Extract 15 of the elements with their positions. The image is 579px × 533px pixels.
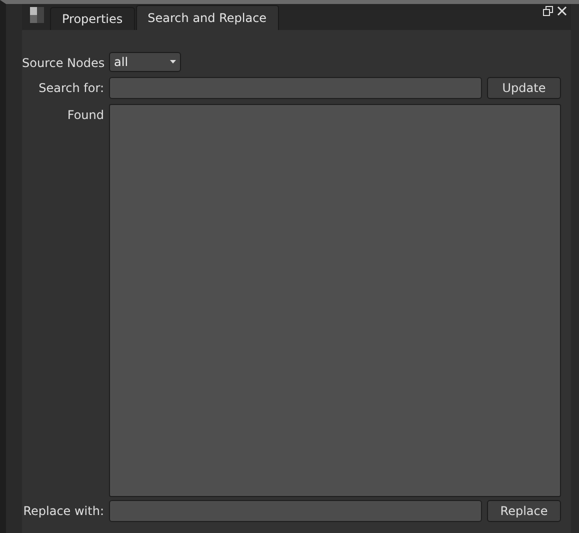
caret-icon (170, 60, 176, 64)
source-dropdown[interactable]: all (109, 52, 181, 72)
update-button[interactable]: Update (487, 77, 561, 99)
panel-icon (30, 7, 44, 23)
field-label: Search for: (38, 81, 104, 95)
field-label: Replace with: (22, 504, 104, 518)
search-field[interactable] (109, 77, 482, 99)
replace-button[interactable]: Replace (487, 500, 561, 522)
replace-field[interactable] (109, 500, 482, 522)
field-label: Found (66, 108, 104, 122)
tab[interactable]: Properties (50, 7, 135, 30)
field-label: Source Nodes (22, 56, 104, 70)
tab[interactable]: Search and Replace (136, 5, 279, 30)
float-icon[interactable] (543, 6, 553, 16)
close-icon[interactable] (557, 6, 567, 16)
